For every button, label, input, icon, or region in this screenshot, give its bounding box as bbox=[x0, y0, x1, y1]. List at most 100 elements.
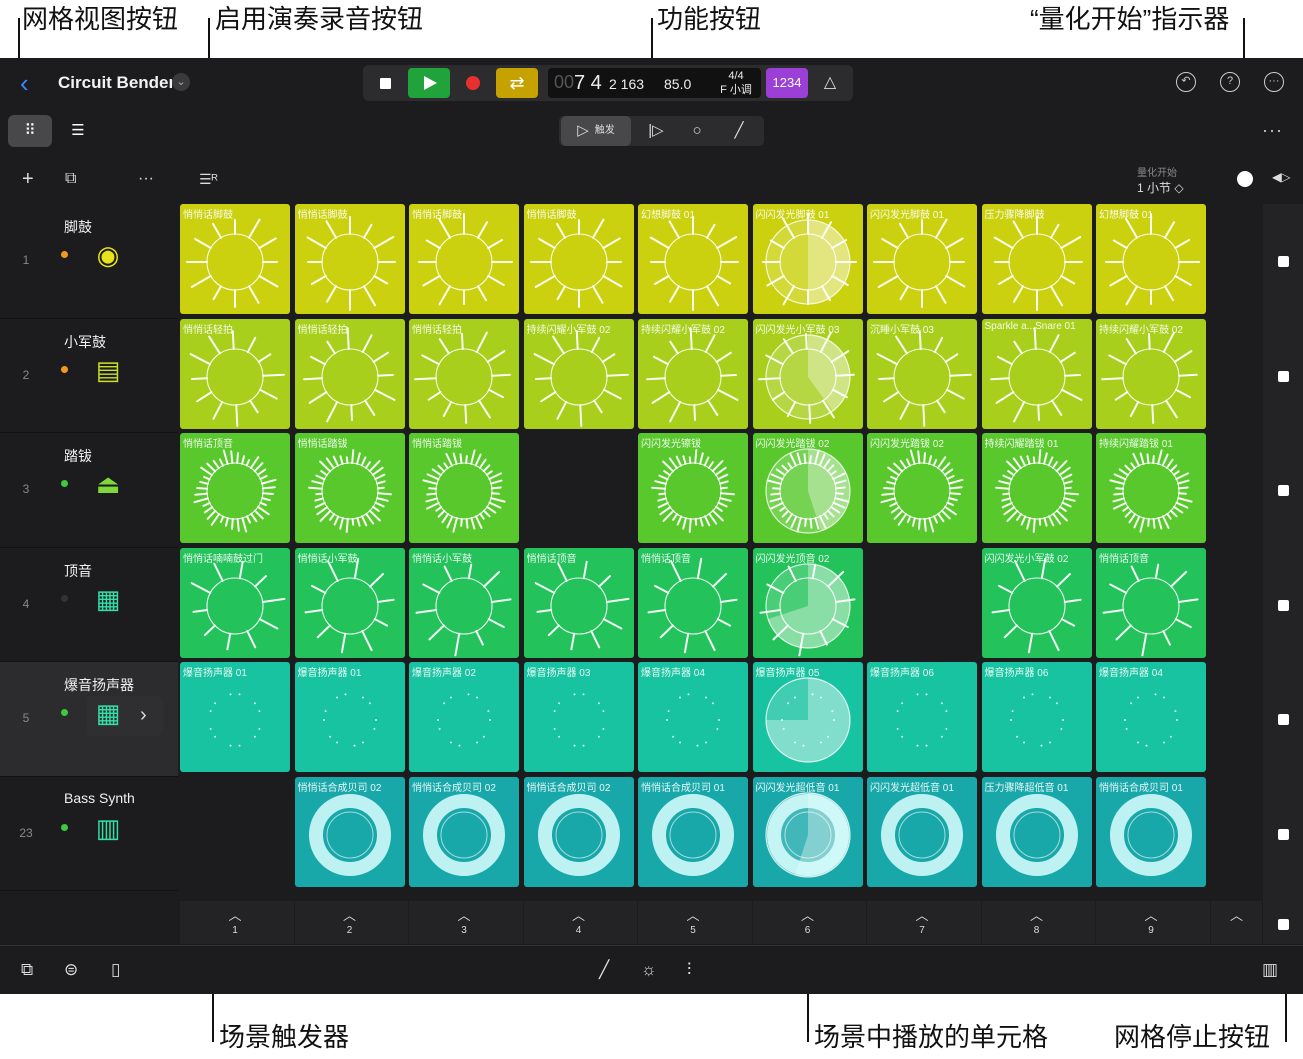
loop-cell[interactable]: 悄悄话合成贝司 01 bbox=[638, 776, 748, 887]
loop-cell[interactable]: 压力骤降超低音 01 bbox=[981, 776, 1092, 887]
loop-cell[interactable]: 悄悄话顶音 bbox=[1096, 547, 1206, 658]
edit-mode-button[interactable]: ╱ bbox=[719, 116, 759, 146]
loop-cell[interactable]: 悄悄话小军鼓 bbox=[294, 547, 405, 658]
loop-cell[interactable]: 闪闪发光镲钹 bbox=[638, 433, 748, 543]
trigger-mode-button[interactable]: ▷ 触发 bbox=[561, 116, 631, 146]
count-in-button[interactable]: 1234 bbox=[766, 68, 808, 98]
live-loops-record-icon[interactable]: ☰ᴿ bbox=[199, 171, 218, 188]
chevron-down-icon[interactable]: ⌄ bbox=[172, 73, 190, 91]
more-icon[interactable]: ··· bbox=[1264, 72, 1284, 92]
play-from-button[interactable]: |▷ bbox=[637, 116, 675, 146]
loop-cell[interactable]: 悄悄话顶音 bbox=[638, 547, 748, 658]
scroll-arrows-icon[interactable]: ◀▷ bbox=[1272, 170, 1290, 184]
loop-cell[interactable]: Sparkle a...Snare 01 bbox=[981, 318, 1092, 429]
loop-cell[interactable]: 闪闪发光超低音 01 bbox=[752, 776, 863, 887]
play-button[interactable] bbox=[408, 68, 450, 98]
loop-cell[interactable]: 闪闪发光踏钹 02 bbox=[752, 433, 863, 543]
grid-view-button[interactable]: ⠿ bbox=[8, 115, 52, 147]
loop-cell[interactable]: 闪闪发光小军鼓 02 bbox=[981, 547, 1092, 658]
loop-cell[interactable]: 悄悄话顶音 bbox=[523, 547, 634, 658]
stop-button[interactable] bbox=[371, 68, 399, 98]
scene-trigger[interactable]: ︿ 4 bbox=[524, 901, 638, 944]
scene-trigger[interactable]: ︿ 8 bbox=[982, 901, 1096, 944]
more-icon[interactable]: ··· bbox=[138, 170, 154, 188]
library-icon[interactable]: ⧉ bbox=[21, 960, 33, 980]
track-header[interactable]: 1 脚鼓 ◉ bbox=[0, 204, 178, 319]
loop-cell[interactable]: 沉睡小军鼓 03 bbox=[867, 318, 977, 429]
tracks-view-button[interactable]: ☰ bbox=[56, 115, 100, 147]
loop-cell[interactable]: 闪闪发光超低音 01 bbox=[867, 776, 977, 887]
track-header[interactable]: 2 小军鼓 ▤ bbox=[0, 319, 178, 433]
scene-trigger[interactable]: ︿ 1 bbox=[180, 901, 295, 944]
chevron-right-icon[interactable]: › bbox=[140, 704, 147, 727]
loop-cell[interactable]: 爆音扬声器 02 bbox=[409, 662, 519, 772]
loop-cell[interactable]: 爆音扬声器 01 bbox=[180, 662, 290, 772]
loop-cell[interactable]: 悄悄话合成贝司 02 bbox=[523, 776, 634, 887]
loop-cell[interactable]: 悄悄话喃喃鼓过门 bbox=[180, 547, 290, 658]
lcd-display[interactable]: 00 7 4 2 163 85.0 4/4 F 小调 bbox=[548, 68, 761, 98]
loop-cell[interactable]: 闪闪发光顶音 02 bbox=[752, 547, 863, 658]
help-icon[interactable]: ? bbox=[1220, 72, 1240, 92]
loop-cell[interactable]: 幻想脚鼓 01 bbox=[638, 204, 748, 314]
grid-stop-button[interactable] bbox=[1278, 919, 1289, 930]
loop-cell[interactable]: 爆音扬声器 06 bbox=[867, 662, 977, 772]
cycle-button[interactable]: ⇄ bbox=[496, 68, 538, 98]
record-button[interactable] bbox=[459, 68, 487, 98]
toggle-icon[interactable]: ⊜ bbox=[64, 960, 78, 980]
scene-trigger[interactable]: ︿ 3 bbox=[409, 901, 524, 944]
scene-trigger[interactable]: ︿ 5 bbox=[638, 901, 753, 944]
loop-cell[interactable]: 持续闪耀小军鼓 02 bbox=[523, 318, 634, 429]
loop-cell[interactable]: 闪闪发光小军鼓 03 bbox=[752, 318, 863, 429]
loop-cell[interactable]: 爆音扬声器 05 bbox=[752, 662, 863, 772]
loop-cell[interactable]: 悄悄话脚鼓 bbox=[523, 204, 634, 314]
scene-trigger[interactable]: ︿ 7 bbox=[867, 901, 982, 944]
loop-cell[interactable]: 爆音扬声器 01 bbox=[294, 662, 405, 772]
loop-cell[interactable]: 持续闪耀小军鼓 02 bbox=[638, 318, 748, 429]
add-track-icon[interactable]: + bbox=[22, 168, 34, 191]
track-header[interactable]: 4 顶音 ▦ bbox=[0, 548, 178, 662]
scene-trigger[interactable]: ︿ 2 bbox=[295, 901, 409, 944]
mixer-icon[interactable]: ⫶ bbox=[687, 960, 691, 980]
track-stop-button[interactable] bbox=[1278, 370, 1289, 382]
loop-cell[interactable]: 爆音扬声器 06 bbox=[981, 662, 1092, 772]
loop-cell[interactable]: 闪闪发光脚鼓 01 bbox=[867, 204, 977, 314]
loop-cell[interactable]: 悄悄话小军鼓 bbox=[409, 547, 519, 658]
loop-cell[interactable]: 悄悄话踏钹 bbox=[294, 433, 405, 543]
loop-cell[interactable]: 爆音扬声器 03 bbox=[523, 662, 634, 772]
pencil-icon[interactable]: ╱ bbox=[599, 960, 609, 980]
loop-cell[interactable]: 持续闪耀踏钹 01 bbox=[981, 433, 1092, 543]
scene-trigger[interactable]: ︿ 6 bbox=[753, 901, 867, 944]
loop-cell[interactable]: 悄悄话脚鼓 bbox=[180, 204, 290, 314]
undo-icon[interactable]: ↶ bbox=[1176, 72, 1196, 92]
loop-cell[interactable]: 悄悄话合成贝司 02 bbox=[294, 776, 405, 887]
track-stop-button[interactable] bbox=[1278, 828, 1289, 840]
loop-cell[interactable]: 悄悄话踏钹 bbox=[409, 433, 519, 543]
scene-trigger[interactable]: ︿ bbox=[1211, 901, 1263, 944]
loop-cell[interactable]: 幻想脚鼓 01 bbox=[1096, 204, 1206, 314]
duplicate-icon[interactable]: ⧉ bbox=[65, 170, 76, 188]
loop-cell[interactable]: 悄悄话轻拍 bbox=[409, 318, 519, 429]
track-stop-button[interactable] bbox=[1278, 599, 1289, 611]
record-mode-button[interactable]: ○ bbox=[677, 116, 717, 146]
inspector-icon[interactable]: ▯ bbox=[111, 960, 120, 980]
track-stop-button[interactable] bbox=[1278, 714, 1289, 725]
loop-cell[interactable]: 悄悄话脚鼓 bbox=[294, 204, 405, 314]
loop-cell[interactable]: 悄悄话合成贝司 02 bbox=[409, 776, 519, 887]
more-icon[interactable]: ··· bbox=[1262, 120, 1283, 141]
song-title[interactable]: Circuit Bender bbox=[58, 73, 175, 93]
loop-cell[interactable]: 悄悄话轻拍 bbox=[294, 318, 405, 429]
loop-cell[interactable]: 悄悄话轻拍 bbox=[180, 318, 290, 429]
loop-cell[interactable]: 悄悄话合成贝司 01 bbox=[1096, 776, 1206, 887]
scene-trigger[interactable]: ︿ 9 bbox=[1096, 901, 1211, 944]
loop-cell[interactable]: 闪闪发光脚鼓 01 bbox=[752, 204, 863, 314]
loop-cell[interactable]: 爆音扬声器 04 bbox=[1096, 662, 1206, 772]
chevron-left-icon[interactable]: ‹ bbox=[20, 70, 40, 96]
brightness-icon[interactable]: ☼ bbox=[641, 960, 657, 980]
loop-cell[interactable]: 悄悄话顶音 bbox=[180, 433, 290, 543]
metronome-icon[interactable]: △ bbox=[815, 68, 845, 98]
track-header[interactable]: 23 Bass Synth ▥ bbox=[0, 777, 178, 891]
track-header[interactable]: 5 爆音扬声器 › ▦ bbox=[0, 662, 178, 777]
quantize-value[interactable]: 1 小节 ◇ bbox=[1137, 179, 1184, 196]
loop-cell[interactable]: 压力骤降脚鼓 bbox=[981, 204, 1092, 314]
track-stop-button[interactable] bbox=[1278, 256, 1289, 267]
